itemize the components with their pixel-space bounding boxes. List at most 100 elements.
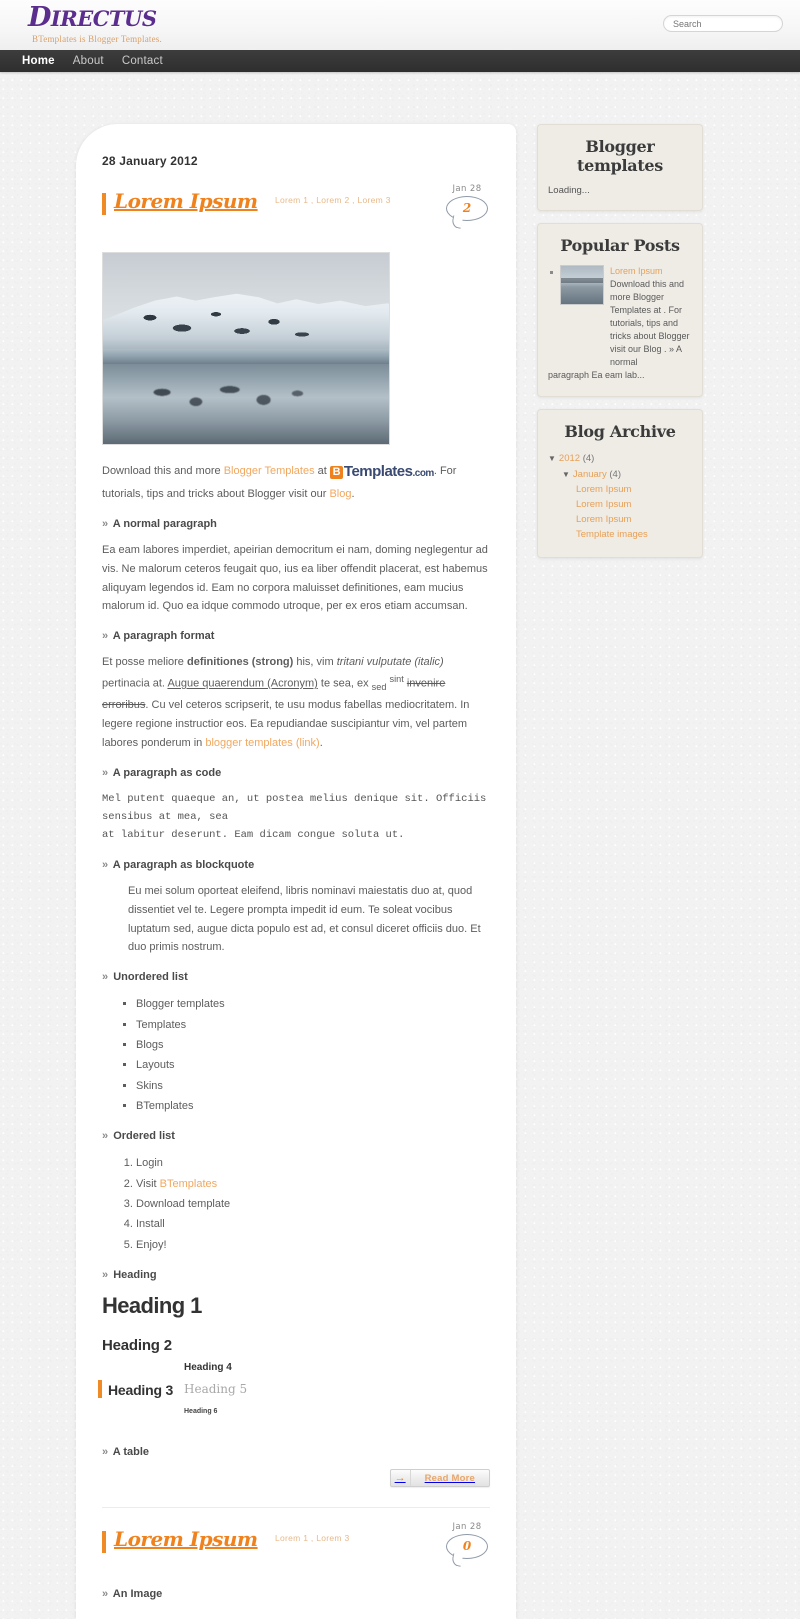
chevron-icon: » (102, 766, 109, 779)
list-item: Templates (136, 1015, 490, 1035)
post-header: Lorem Ipsum Lorem 1 , Lorem 3 Jan 28 0 (102, 1522, 490, 1574)
blog-post: Lorem Ipsum Lorem 1 , Lorem 3 Jan 28 0 »… (102, 1522, 490, 1619)
main-navigation: Home About Contact (0, 50, 800, 72)
popular-post-title-link[interactable]: Lorem Ipsum (610, 265, 692, 278)
blog-link[interactable]: Blog (329, 488, 351, 500)
content-panel: 28 January 2012 Lorem Ipsum Lorem 1 , Lo… (76, 124, 516, 1619)
section-heading-paragraph-format: » A paragraph format (102, 630, 490, 642)
list-item: Enjoy! (136, 1235, 490, 1255)
blogger-templates-link[interactable]: Blogger Templates (224, 465, 315, 477)
headings-demo: Heading 1 Heading 2 Heading 3 Heading 4 … (98, 1293, 490, 1432)
comment-count: 2 (462, 201, 472, 215)
popular-post-thumbnail (560, 265, 604, 305)
comment-widget[interactable]: Jan 28 0 (440, 1522, 494, 1560)
post-labels[interactable]: Lorem 1 , Lorem 2 , Lorem 3 (275, 195, 391, 205)
list-item: Blogs (136, 1035, 490, 1055)
widget-title: Blog Archive (564, 422, 676, 442)
list-item: Login (136, 1153, 490, 1173)
archive-month-label[interactable]: January (573, 469, 607, 480)
popular-post-item[interactable]: Lorem Ipsum Download this and more Blogg… (548, 265, 692, 369)
image-ice-shelf (103, 348, 389, 364)
heading-text: A paragraph as blockquote (112, 858, 255, 871)
blogger-templates-inline-link[interactable]: blogger templates (link) (205, 737, 319, 749)
widget-popular-posts: Popular Posts Lorem Ipsum Download this … (537, 223, 703, 398)
heading-text: A paragraph format (112, 630, 215, 643)
demo-heading-6: Heading 6 (184, 1408, 218, 1416)
btemplates-name: Templates (343, 463, 413, 480)
heading3-accent-bar (98, 1380, 102, 1399)
unordered-list: Blogger templates Templates Blogs Layout… (136, 994, 490, 1116)
list-item: BTemplates (136, 1096, 490, 1116)
comment-widget[interactable]: Jan 28 2 (440, 184, 494, 221)
triangle-down-icon[interactable]: ▼ (548, 454, 556, 463)
archive-post-link[interactable]: Lorem Ipsum (576, 482, 692, 497)
post-date-badge: Jan 28 (452, 1522, 482, 1533)
chevron-icon: » (102, 858, 109, 871)
post-title-link[interactable]: Lorem Ipsum (114, 1528, 258, 1551)
fmt-text-3: pertinacia at. (102, 677, 168, 690)
headings-row: Heading 3 Heading 4 Heading 5 Heading 6 (98, 1362, 490, 1432)
demo-heading-1: Heading 1 (102, 1293, 202, 1319)
btemplates-logo[interactable]: B Templates.com (329, 463, 434, 480)
list-item: Download template (136, 1194, 490, 1214)
section-heading-an-image: » An Image (102, 1588, 490, 1600)
btemplates-list-link[interactable]: BTemplates (160, 1178, 217, 1190)
post-date-header: 28 January 2012 (102, 154, 198, 168)
site-tagline: BTemplates is Blogger Templates. (32, 34, 162, 44)
archive-post-link[interactable]: Lorem Ipsum (576, 512, 692, 527)
triangle-down-icon[interactable]: ▼ (562, 470, 570, 479)
post-date-badge: Jan 28 (452, 184, 482, 194)
blog-post: Lorem Ipsum Lorem 1 , Lorem 2 , Lorem 3 … (98, 184, 490, 1503)
heading-text: An Image (112, 1588, 163, 1601)
comment-count: 0 (462, 1539, 472, 1554)
post-title-link[interactable]: Lorem Ipsum (114, 190, 258, 213)
btemplates-com: .com (412, 468, 434, 479)
main-column: 28 January 2012 Lorem Ipsum Lorem 1 , Lo… (76, 124, 516, 1619)
bullet-icon (550, 271, 553, 274)
archive-month[interactable]: ▼ January (4) (562, 467, 692, 482)
nav-item-home[interactable]: Home (22, 55, 55, 67)
sidebar: Blogger templates Loading... Popular Pos… (537, 124, 703, 570)
search-input[interactable] (664, 16, 782, 32)
archive-year[interactable]: ▼ 2012 (4) (548, 451, 692, 466)
comment-bubble-icon[interactable]: 0 (446, 1534, 488, 1560)
post-labels[interactable]: Lorem 1 , Lorem 3 (275, 1533, 350, 1543)
chevron-icon: » (102, 630, 109, 643)
italic-text: tritani vulputate (italic) (336, 656, 444, 669)
post-header: Lorem Ipsum Lorem 1 , Lorem 2 , Lorem 3 … (102, 184, 490, 236)
archive-month-count: (4) (609, 468, 621, 480)
search-box[interactable] (663, 15, 783, 32)
blockquote: Eu mei solum oporteat eleifend, libris n… (128, 884, 481, 954)
read-more-button[interactable]: → Read More (389, 1469, 490, 1488)
comment-bubble-icon[interactable]: 2 (446, 196, 488, 221)
widget-loading-text: Loading... (548, 185, 590, 196)
nav-item-about[interactable]: About (73, 55, 104, 67)
archive-year-label[interactable]: 2012 (559, 453, 580, 464)
archive-post-link[interactable]: Lorem Ipsum (576, 497, 692, 512)
chevron-icon: » (102, 1269, 109, 1282)
archive-year-count: (4) (582, 453, 595, 465)
widget-blog-archive: Blog Archive ▼ 2012 (4) ▼ January (4) Lore… (537, 409, 703, 558)
popular-post-excerpt-tail: paragraph Ea eam lab... (548, 370, 645, 381)
site-logo[interactable]: DIRECTUS BTemplates is Blogger Templates… (28, 4, 162, 44)
image-reflection (131, 379, 321, 418)
demo-heading-3: Heading 3 (108, 1382, 174, 1399)
site-header: DIRECTUS BTemplates is Blogger Templates… (0, 0, 800, 50)
post-divider (102, 1507, 490, 1509)
archive-post-link[interactable]: Template images (576, 527, 692, 542)
fmt-text-4: te sea, ex (317, 677, 372, 690)
logo-text: DIRECTUS (28, 2, 157, 33)
widget-title: Blogger templates (576, 137, 663, 175)
widget-title: Popular Posts (560, 236, 680, 255)
format-paragraph: Et posse meliore definitiones (strong) h… (102, 653, 490, 752)
chevron-icon: » (102, 1588, 109, 1601)
code-block: Mel putent quaeque an, ut postea melius … (102, 792, 487, 842)
post-featured-image (102, 252, 390, 445)
nav-item-contact[interactable]: Contact (122, 55, 163, 67)
demo-heading-5: Heading 5 (184, 1382, 248, 1397)
image-rocks (125, 304, 327, 347)
section-heading-normal-paragraph: » A normal paragraph (102, 518, 490, 530)
heading-text: A normal paragraph (112, 517, 217, 530)
list-item: Skins (136, 1076, 490, 1096)
fmt-text-2: his, vim (293, 656, 337, 669)
